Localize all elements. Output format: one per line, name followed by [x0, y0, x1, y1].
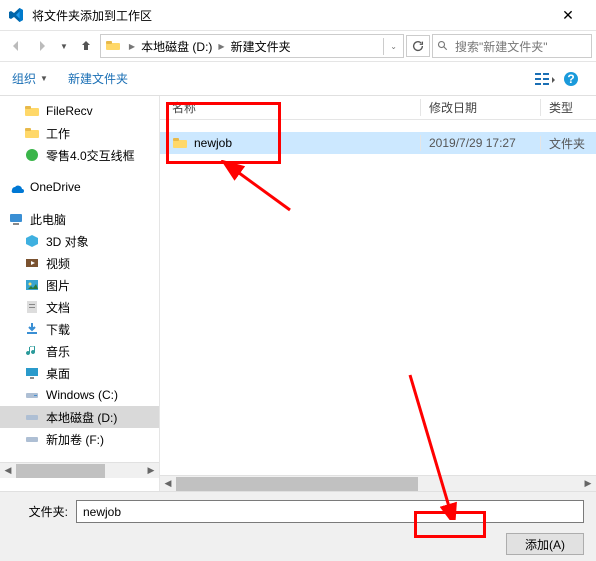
folder-icon — [24, 125, 40, 141]
nav-bar: ▼ ▶ 本地磁盘 (D:) ▶ 新建文件夹 ⌄ 搜索"新建文件夹" — [0, 30, 596, 62]
folder-label: 文件夹: — [12, 503, 68, 520]
sidebar-videos[interactable]: 视频 — [0, 252, 159, 274]
sidebar-thispc[interactable]: 此电脑 — [0, 208, 159, 230]
breadcrumb[interactable]: ▶ 本地磁盘 (D:) ▶ 新建文件夹 ⌄ — [100, 34, 404, 58]
main-area: FileRecv 工作 零售4.0交互线框 OneDrive 此电脑 3D 对象… — [0, 96, 596, 491]
titlebar: 将文件夹添加到工作区 ✕ — [0, 0, 596, 30]
chevron-right-icon: ▶ — [214, 42, 228, 51]
col-date[interactable]: 修改日期 — [421, 99, 541, 116]
forward-button[interactable] — [30, 34, 54, 58]
chevron-down-icon: ▼ — [40, 74, 48, 83]
sidebar-drive-c[interactable]: Windows (C:) — [0, 384, 159, 406]
bottom-panel: 文件夹: 添加(A) — [0, 491, 596, 561]
drive-icon — [24, 387, 40, 403]
3d-icon — [24, 233, 40, 249]
history-dropdown[interactable]: ▼ — [56, 42, 72, 51]
drive-icon — [24, 409, 40, 425]
sidebar-music[interactable]: 音乐 — [0, 340, 159, 362]
search-input[interactable]: 搜索"新建文件夹" — [432, 34, 592, 58]
desktop-icon — [24, 365, 40, 381]
view-mode-button[interactable] — [532, 68, 558, 90]
docs-icon — [24, 299, 40, 315]
file-type: 文件夹 — [541, 135, 596, 152]
sidebar: FileRecv 工作 零售4.0交互线框 OneDrive 此电脑 3D 对象… — [0, 96, 160, 491]
file-name: newjob — [194, 136, 232, 150]
sidebar-pictures[interactable]: 图片 — [0, 274, 159, 296]
organize-button[interactable]: 组织 ▼ — [12, 70, 48, 87]
search-icon — [437, 40, 449, 52]
sidebar-scrollbar[interactable]: ◀ ▶ — [0, 462, 159, 478]
sidebar-item-retail[interactable]: 零售4.0交互线框 — [0, 144, 159, 166]
back-button[interactable] — [4, 34, 28, 58]
sidebar-item-filerecv[interactable]: FileRecv — [0, 100, 159, 122]
video-icon — [24, 255, 40, 271]
toolbar: 组织 ▼ 新建文件夹 ? — [0, 62, 596, 96]
folder-icon — [172, 135, 188, 151]
drive-icon — [24, 431, 40, 447]
green-icon — [24, 147, 40, 163]
vscode-icon — [8, 7, 24, 23]
drive-icon — [105, 38, 121, 54]
sidebar-drive-d[interactable]: 本地磁盘 (D:) — [0, 406, 159, 428]
col-type[interactable]: 类型 — [541, 99, 596, 116]
breadcrumb-drive[interactable]: 本地磁盘 (D:) — [139, 38, 214, 55]
col-name[interactable]: 名称 — [160, 99, 421, 116]
new-folder-button[interactable]: 新建文件夹 — [68, 70, 128, 87]
downloads-icon — [24, 321, 40, 337]
scroll-right-icon[interactable]: ▶ — [143, 465, 159, 476]
breadcrumb-folder[interactable]: 新建文件夹 — [229, 38, 293, 55]
onedrive-icon — [8, 179, 24, 195]
sidebar-onedrive[interactable]: OneDrive — [0, 176, 159, 198]
refresh-button[interactable] — [406, 35, 430, 57]
close-button[interactable]: ✕ — [548, 7, 588, 24]
scroll-left-icon[interactable]: ◀ — [0, 465, 16, 476]
column-headers[interactable]: 名称 修改日期 类型 — [160, 96, 596, 120]
folder-input[interactable] — [76, 500, 584, 523]
file-date: 2019/7/29 17:27 — [421, 136, 541, 150]
window-title: 将文件夹添加到工作区 — [32, 7, 548, 24]
sidebar-documents[interactable]: 文档 — [0, 296, 159, 318]
file-row-newjob[interactable]: newjob 2019/7/29 17:27 文件夹 — [160, 132, 596, 154]
sidebar-drive-f[interactable]: 新加卷 (F:) — [0, 428, 159, 450]
music-icon — [24, 343, 40, 359]
folder-icon — [24, 103, 40, 119]
pc-icon — [8, 211, 24, 227]
breadcrumb-dropdown[interactable]: ⌄ — [383, 38, 403, 55]
content-scrollbar[interactable]: ◀ ▶ — [160, 475, 596, 491]
chevron-right-icon: ▶ — [125, 42, 139, 51]
sidebar-item-work[interactable]: 工作 — [0, 122, 159, 144]
pictures-icon — [24, 277, 40, 293]
add-button[interactable]: 添加(A) — [506, 533, 584, 555]
sidebar-3dobjects[interactable]: 3D 对象 — [0, 230, 159, 252]
svg-text:?: ? — [567, 72, 574, 86]
help-button[interactable]: ? — [558, 68, 584, 90]
file-list: 名称 修改日期 类型 newjob 2019/7/29 17:27 文件夹 ◀ … — [160, 96, 596, 491]
scroll-left-icon[interactable]: ◀ — [160, 478, 176, 489]
scroll-right-icon[interactable]: ▶ — [580, 478, 596, 489]
search-placeholder: 搜索"新建文件夹" — [455, 38, 548, 55]
up-button[interactable] — [74, 34, 98, 58]
sidebar-downloads[interactable]: 下载 — [0, 318, 159, 340]
sidebar-desktop[interactable]: 桌面 — [0, 362, 159, 384]
